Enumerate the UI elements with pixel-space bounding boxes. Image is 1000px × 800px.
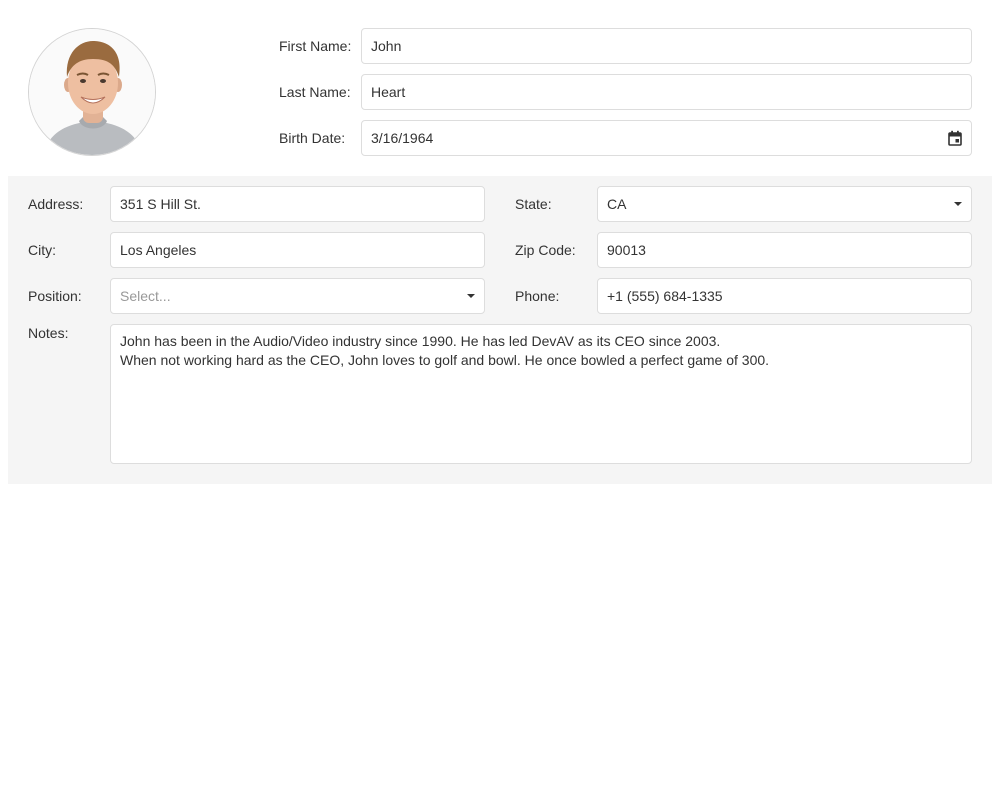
first-name-label: First Name: [279, 38, 352, 54]
last-name-value: Heart [371, 84, 406, 100]
last-name-input[interactable]: Heart [361, 74, 972, 110]
notes-line: John has been in the Audio/Video industr… [120, 333, 721, 349]
first-name-input[interactable]: John [361, 28, 972, 64]
first-name-value: John [371, 38, 402, 54]
address-label: Address: [28, 196, 84, 212]
phone-value: +1 (555) 684-1335 [607, 288, 723, 304]
position-label: Position: [28, 288, 82, 304]
phone-label: Phone: [515, 288, 560, 304]
city-label: City: [28, 242, 56, 258]
state-value: CA [607, 196, 627, 212]
position-select[interactable]: Select... [110, 278, 485, 314]
calendar-icon[interactable] [948, 121, 962, 155]
chevron-down-icon[interactable] [954, 187, 962, 221]
employee-photo [28, 28, 156, 156]
state-select[interactable]: CA [597, 186, 972, 222]
zip-code-label: Zip Code: [515, 242, 576, 258]
birth-date-label: Birth Date: [279, 130, 346, 146]
city-input[interactable]: Los Angeles [110, 232, 485, 268]
birth-date-value: 3/16/1964 [371, 130, 434, 146]
notes-textarea[interactable]: John has been in the Audio/Video industr… [110, 324, 972, 464]
person-photo-icon [29, 29, 155, 155]
position-placeholder: Select... [120, 288, 171, 304]
zip-code-input[interactable]: 90013 [597, 232, 972, 268]
last-name-label: Last Name: [279, 84, 351, 100]
chevron-down-icon[interactable] [467, 279, 475, 313]
phone-input[interactable]: +1 (555) 684-1335 [597, 278, 972, 314]
city-value: Los Angeles [120, 242, 197, 258]
state-label: State: [515, 196, 552, 212]
birth-date-input[interactable]: 3/16/1964 [361, 120, 972, 156]
notes-label: Notes: [28, 325, 69, 341]
notes-line: When not working hard as the CEO, John l… [120, 352, 770, 368]
address-input[interactable]: 351 S Hill St. [110, 186, 485, 222]
zip-code-value: 90013 [607, 242, 646, 258]
address-value: 351 S Hill St. [120, 196, 201, 212]
